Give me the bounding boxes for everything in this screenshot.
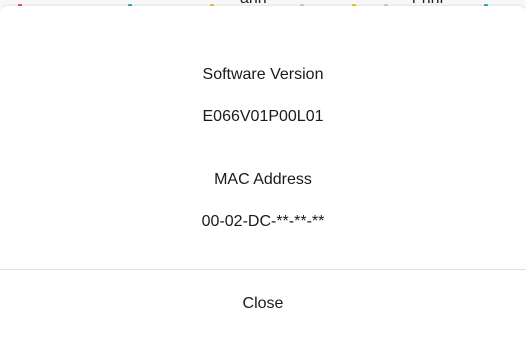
software-version-value: E066V01P00L01 — [202, 108, 324, 125]
software-version-label: Software Version — [202, 66, 324, 83]
mac-address-value: 00-02-DC-**-**-** — [201, 213, 325, 230]
mac-address-label: MAC Address — [214, 171, 312, 188]
close-button[interactable]: Close — [0, 270, 526, 337]
device-info-dialog: Software Version E066V01P00L01 MAC Addre… — [0, 6, 526, 337]
screen: ann r nnr Software Version E066V01P00L01… — [0, 0, 526, 337]
